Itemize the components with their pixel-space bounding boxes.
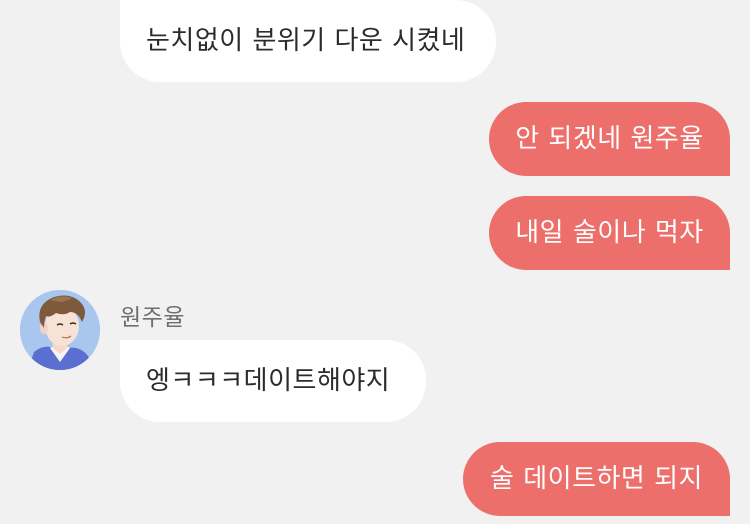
message-text: 엥ㅋㅋㅋ데이트해야지 [146, 366, 391, 396]
outgoing-message-bubble[interactable]: 내일 술이나 먹자 [489, 196, 730, 270]
incoming-message-bubble[interactable]: 눈치없이 분위기 다운 시켰네 [120, 0, 496, 82]
chat-thread: 눈치없이 분위기 다운 시켰네 안 되겠네 원주율 내일 술이나 먹자 원주율 … [0, 0, 750, 524]
sender-avatar[interactable] [20, 290, 100, 370]
message-text: 안 되겠네 원주율 [515, 124, 704, 154]
outgoing-message-bubble[interactable]: 술 데이트하면 되지 [463, 442, 730, 516]
sender-name: 원주율 [120, 305, 185, 331]
message-text: 술 데이트하면 되지 [490, 464, 703, 494]
incoming-message-bubble[interactable]: 엥ㅋㅋㅋ데이트해야지 [120, 340, 426, 422]
message-text: 눈치없이 분위기 다운 시켰네 [146, 26, 466, 56]
outgoing-message-bubble[interactable]: 안 되겠네 원주율 [489, 102, 730, 176]
message-text: 내일 술이나 먹자 [515, 218, 704, 248]
avatar-portrait-image [20, 290, 100, 370]
